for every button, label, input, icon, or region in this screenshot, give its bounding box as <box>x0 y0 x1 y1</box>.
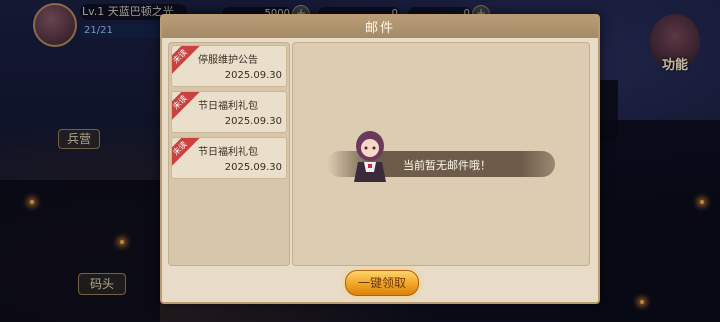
mail-item[interactable]: 未读 停服维护公告 2025.09.30 <box>171 45 287 87</box>
mail-date: 2025.09.30 <box>224 70 282 81</box>
mail-title: 节日福利礼包 <box>198 101 258 112</box>
unread-badge: 未读 <box>172 138 201 169</box>
mail-date: 2025.09.30 <box>224 116 282 127</box>
mail-detail-pane: 当前暂无邮件哦！ <box>292 42 590 266</box>
mascot-character-icon <box>354 131 386 182</box>
claim-all-button[interactable]: 一键领取 <box>345 270 419 296</box>
unread-badge: 未读 <box>172 46 201 77</box>
mail-dialog: 邮件 未读 停服维护公告 2025.09.30 未读 节日福利礼包 2025.0… <box>160 14 600 304</box>
empty-mail-text: 当前暂无邮件哦！ <box>403 159 491 172</box>
mail-item[interactable]: 未读 节日福利礼包 2025.09.30 <box>171 137 287 179</box>
mail-item[interactable]: 未读 节日福利礼包 2025.09.30 <box>171 91 287 133</box>
mail-date: 2025.09.30 <box>224 162 282 173</box>
dialog-title-bar: 邮件 <box>162 16 598 38</box>
unread-badge: 未读 <box>172 92 201 123</box>
mail-title: 停服维护公告 <box>198 55 258 66</box>
mail-title: 节日福利礼包 <box>198 147 258 158</box>
mail-list: 未读 停服维护公告 2025.09.30 未读 节日福利礼包 2025.09.3… <box>168 42 290 266</box>
dialog-title: 邮件 <box>364 21 395 36</box>
